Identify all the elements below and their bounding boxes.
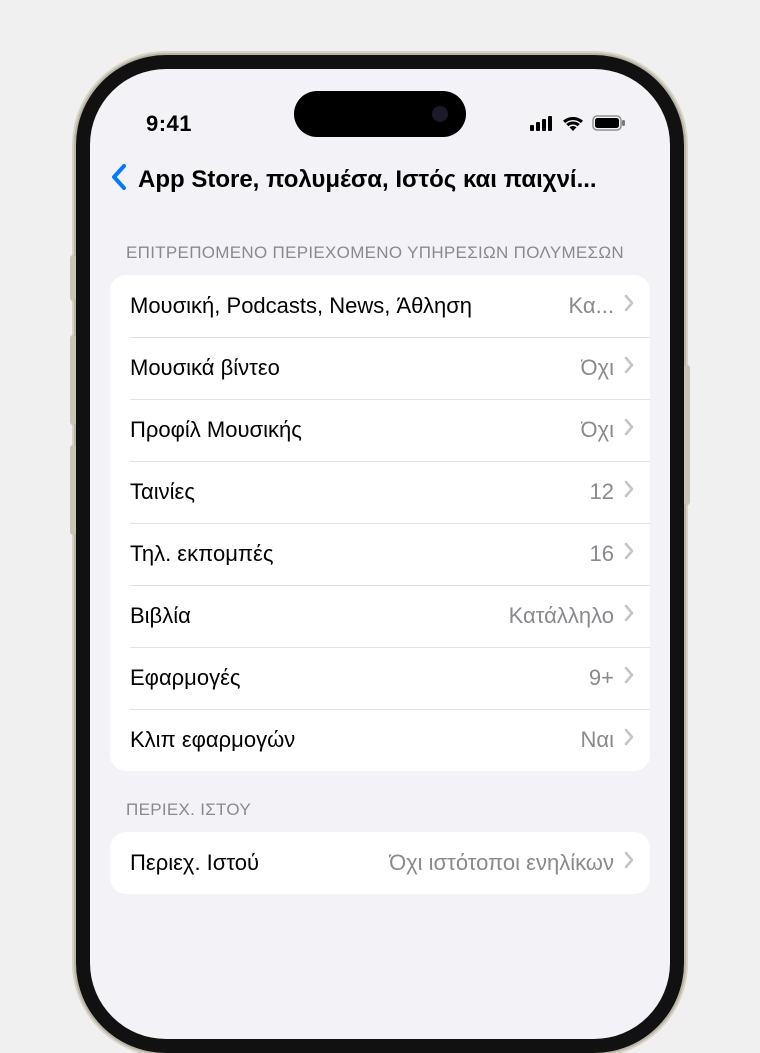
chevron-right-icon xyxy=(624,851,634,874)
row-movies[interactable]: Ταινίες 12 xyxy=(110,461,650,523)
row-value: 9+ xyxy=(589,665,614,691)
row-music-profile[interactable]: Προφίλ Μουσικής Όχι xyxy=(110,399,650,461)
row-label: Μουσικά βίντεο xyxy=(130,355,280,381)
side-button-power xyxy=(684,365,690,505)
row-app-clips[interactable]: Κλιπ εφαρμογών Ναι xyxy=(110,709,650,771)
dynamic-island xyxy=(294,91,466,137)
section-header-media: ΕΠΙΤΡΕΠΟΜΕΝΟ ΠΕΡΙΕΧΟΜΕΝΟ ΥΠΗΡΕΣΙΩΝ ΠΟΛΥΜ… xyxy=(90,214,670,275)
cellular-icon xyxy=(530,111,554,137)
chevron-right-icon xyxy=(624,480,634,503)
row-label: Κλιπ εφαρμογών xyxy=(130,727,295,753)
row-web-content[interactable]: Περιεχ. Ιστού Όχι ιστότοποι ενηλίκων xyxy=(110,832,650,894)
row-value: Όχι ιστότοποι ενηλίκων xyxy=(389,850,614,876)
wifi-icon xyxy=(562,111,584,137)
row-music-podcasts-news-sports[interactable]: Μουσική, Podcasts, News, Άθληση Κα... xyxy=(110,275,650,337)
row-label: Βιβλία xyxy=(130,603,191,629)
row-label: Εφαρμογές xyxy=(130,665,241,691)
row-label: Περιεχ. Ιστού xyxy=(130,850,259,876)
row-value: Όχι xyxy=(581,417,614,443)
nav-bar: App Store, πολυμέσα, Ιστός και παιχνί... xyxy=(90,149,670,214)
side-button-volume-down xyxy=(70,445,76,535)
row-value: Κατάλληλο xyxy=(509,603,614,629)
row-value: 16 xyxy=(590,541,614,567)
row-music-videos[interactable]: Μουσικά βίντεο Όχι xyxy=(110,337,650,399)
side-button-volume-up xyxy=(70,335,76,425)
group-media: Μουσική, Podcasts, News, Άθληση Κα... Μο… xyxy=(110,275,650,771)
chevron-right-icon xyxy=(624,604,634,627)
row-value: 12 xyxy=(590,479,614,505)
back-button[interactable] xyxy=(110,163,128,196)
row-apps[interactable]: Εφαρμογές 9+ xyxy=(110,647,650,709)
row-books[interactable]: Βιβλία Κατάλληλο xyxy=(110,585,650,647)
chevron-right-icon xyxy=(624,418,634,441)
chevron-right-icon xyxy=(624,294,634,317)
battery-icon xyxy=(592,111,626,137)
section-header-web: ΠΕΡΙΕΧ. ΙΣΤΟΥ xyxy=(90,771,670,832)
nav-title: App Store, πολυμέσα, Ιστός και παιχνί... xyxy=(138,166,650,194)
row-label: Τηλ. εκπομπές xyxy=(130,541,273,567)
row-value: Όχι xyxy=(581,355,614,381)
row-tv-shows[interactable]: Τηλ. εκπομπές 16 xyxy=(110,523,650,585)
chevron-right-icon xyxy=(624,728,634,751)
phone-frame: 9:41 App Store, πολυμέσα, Ιστός και παιχ… xyxy=(76,55,684,1053)
row-value: Ναι xyxy=(581,727,615,753)
group-web: Περιεχ. Ιστού Όχι ιστότοποι ενηλίκων xyxy=(110,832,650,894)
screen: 9:41 App Store, πολυμέσα, Ιστός και παιχ… xyxy=(90,69,670,1039)
status-icons xyxy=(530,111,626,137)
row-label: Μουσική, Podcasts, News, Άθληση xyxy=(130,293,472,319)
status-time: 9:41 xyxy=(146,111,192,137)
row-label: Ταινίες xyxy=(130,479,195,505)
chevron-right-icon xyxy=(624,542,634,565)
chevron-right-icon xyxy=(624,356,634,379)
row-value: Κα... xyxy=(569,293,614,319)
chevron-right-icon xyxy=(624,666,634,689)
side-button-silence xyxy=(70,255,76,301)
row-label: Προφίλ Μουσικής xyxy=(130,417,302,443)
